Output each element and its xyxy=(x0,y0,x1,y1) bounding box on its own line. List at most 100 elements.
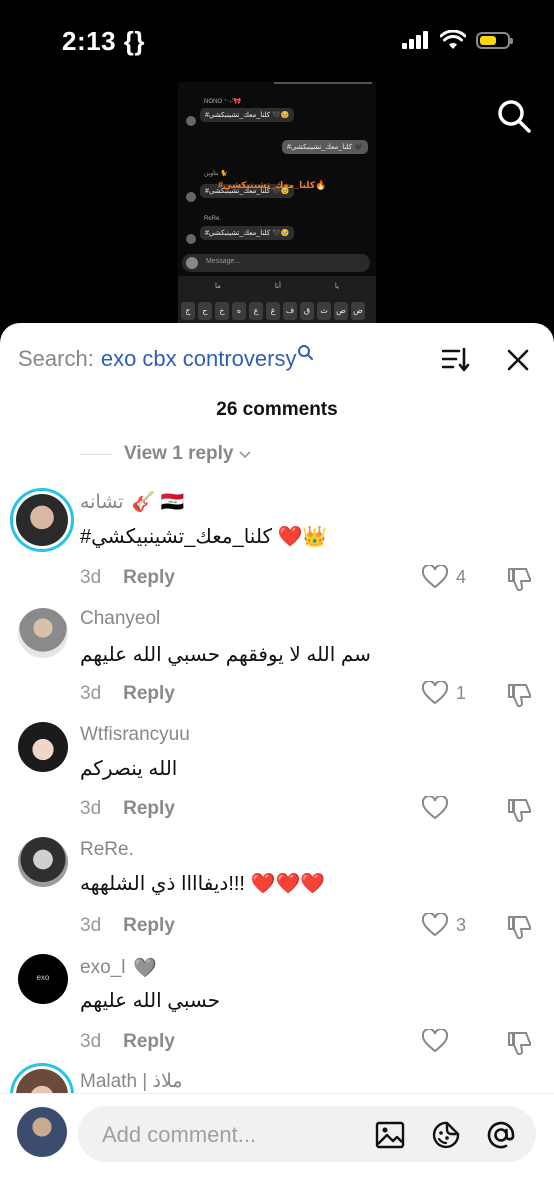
view-replies-label: View 1 reply xyxy=(124,443,234,464)
signal-icon xyxy=(402,31,428,49)
heart-icon xyxy=(422,1029,448,1053)
comment-input-container[interactable] xyxy=(78,1106,536,1164)
comment-username-text: تشانه xyxy=(80,491,124,513)
like-button[interactable] xyxy=(422,1029,448,1053)
preview-suggestion: يا xyxy=(334,283,339,290)
comment-username[interactable]: Wtfisrancyuu xyxy=(80,724,190,746)
preview-key: ج xyxy=(181,302,195,320)
comment-text: #كلنا_معك_تشينبيكشي ❤️👑 xyxy=(80,526,328,548)
preview-key: غ xyxy=(266,302,280,320)
heart-icon xyxy=(422,913,448,937)
comment-username-text: exo_l xyxy=(80,957,126,978)
chevron-down-icon xyxy=(238,451,251,459)
avatar[interactable] xyxy=(18,837,68,887)
preview-name: بتاوين 🐈 xyxy=(204,171,228,177)
reply-button[interactable]: Reply xyxy=(123,798,175,819)
comment-username[interactable]: Chanyeol xyxy=(80,608,160,630)
like-button[interactable]: 1 xyxy=(422,681,466,705)
comment-item: exo exo_l 🩶 حسبي الله عليهم 3d Reply xyxy=(0,954,554,1069)
avatar[interactable] xyxy=(10,488,74,552)
preview-key: ع xyxy=(249,302,263,320)
search-query-link[interactable]: exo cbx controversy xyxy=(101,346,297,372)
like-button[interactable] xyxy=(422,796,448,820)
preview-message-placeholder: Message... xyxy=(206,258,241,265)
comment-time: 3d xyxy=(80,915,102,936)
status-bar: 2:13 {} xyxy=(0,0,554,80)
comment-meta: 3d Reply xyxy=(80,567,175,589)
comment-meta: 3d Reply xyxy=(80,798,175,820)
comment-username[interactable]: exo_l 🩶 xyxy=(80,956,157,980)
preview-overlay-text: #كلنا_معك_تشينبكشي🔥 xyxy=(218,180,327,190)
comment-text: حسبي الله عليهم xyxy=(80,990,221,1012)
comment-item: ReRe. ديفاااا ذي الشلههه!!! ❤️❤️❤️ 3d Rep… xyxy=(0,837,554,954)
preview-avatar xyxy=(186,116,196,126)
preview-suggestion: ما xyxy=(214,283,221,290)
search-suggestion[interactable]: Search: exo cbx controversy xyxy=(18,345,314,372)
like-count: 3 xyxy=(456,914,467,935)
dislike-icon[interactable] xyxy=(506,797,532,823)
mention-icon[interactable] xyxy=(486,1120,516,1150)
comments-sheet: Search: exo cbx controversy 26 comments … xyxy=(0,323,554,1200)
preview-avatar xyxy=(186,234,196,244)
reply-button[interactable]: Reply xyxy=(123,915,175,936)
comment-time: 3d xyxy=(80,567,102,588)
comment-text: ديفاااا ذي الشلههه!!! ❤️❤️❤️ xyxy=(80,873,326,895)
preview-key: ض xyxy=(351,302,365,320)
avatar[interactable] xyxy=(18,722,68,772)
dislike-icon[interactable] xyxy=(506,914,532,940)
battery-icon xyxy=(476,31,513,49)
reply-button[interactable]: Reply xyxy=(123,1031,175,1052)
avatar-logo: exo xyxy=(36,973,50,982)
video-preview[interactable]: NONO ⁺‧₊˚🎀 #كلنا_معك_تشينبكشي 🖤🥹 #كلنا_م… xyxy=(178,82,376,326)
preview-key: ق xyxy=(300,302,314,320)
preview-name: NONO ⁺‧₊˚🎀 xyxy=(204,99,242,105)
comment-username[interactable]: Malath | ملاذ xyxy=(80,1070,183,1093)
reply-button[interactable]: Reply xyxy=(123,683,175,704)
image-icon[interactable] xyxy=(375,1120,405,1150)
dislike-icon[interactable] xyxy=(506,1030,532,1056)
status-icons xyxy=(402,30,513,50)
preview-key: ه xyxy=(232,302,246,320)
preview-key: ص xyxy=(334,302,348,320)
preview-bubble: #كلنا_معك_تشينبكشي 🖤 xyxy=(282,140,368,154)
search-icon[interactable] xyxy=(496,98,532,134)
sheet-header: Search: exo cbx controversy xyxy=(0,323,554,403)
sort-icon[interactable] xyxy=(442,347,470,373)
comment-text: سم الله لا يوفقهم حسبي الله عليهم xyxy=(80,644,371,666)
camera-icon xyxy=(186,257,198,269)
avatar[interactable]: exo xyxy=(18,954,68,1004)
preview-key: ح xyxy=(198,302,212,320)
avatar[interactable] xyxy=(18,608,68,658)
add-comment-bar xyxy=(0,1093,554,1200)
preview-key: ف xyxy=(283,302,297,320)
preview-suggestion: أنا xyxy=(274,283,281,290)
search-small-icon xyxy=(298,345,314,360)
like-button[interactable]: 4 xyxy=(422,565,466,589)
my-avatar xyxy=(17,1107,67,1157)
preview-avatar xyxy=(186,192,196,202)
dislike-icon[interactable] xyxy=(506,566,532,592)
like-count: 1 xyxy=(456,682,467,703)
sticker-icon[interactable] xyxy=(431,1120,461,1150)
preview-bubble: #كلنا_معك_تشينبكشي 🖤🥹 xyxy=(200,108,295,122)
dislike-icon[interactable] xyxy=(506,682,532,708)
comment-username[interactable]: ReRe. xyxy=(80,839,134,861)
comment-count: 26 comments xyxy=(216,399,338,420)
username-emoji: 🩶 xyxy=(133,958,158,979)
preview-key: خ xyxy=(215,302,229,320)
close-icon[interactable] xyxy=(505,347,531,373)
view-replies-button[interactable]: View 1 reply xyxy=(80,443,251,465)
comment-item: تشانه 🎸 🇮🇶 #كلنا_معك_تشينبيكشي ❤️👑 3d Rep… xyxy=(0,488,554,603)
comment-time: 3d xyxy=(80,798,102,819)
like-count: 4 xyxy=(456,566,467,587)
comment-time: 3d xyxy=(80,1031,102,1052)
comment-item: Wtfisrancyuu الله ينصركم 3d Reply xyxy=(0,722,554,837)
comment-meta: 3d Reply xyxy=(80,915,175,937)
comment-username[interactable]: تشانه 🎸 🇮🇶 xyxy=(80,490,184,514)
heart-icon xyxy=(422,681,448,705)
comment-input[interactable] xyxy=(100,1106,354,1164)
heart-icon xyxy=(422,565,448,589)
like-button[interactable]: 3 xyxy=(422,913,466,937)
search-label: Search: xyxy=(18,346,94,371)
reply-button[interactable]: Reply xyxy=(123,567,175,588)
